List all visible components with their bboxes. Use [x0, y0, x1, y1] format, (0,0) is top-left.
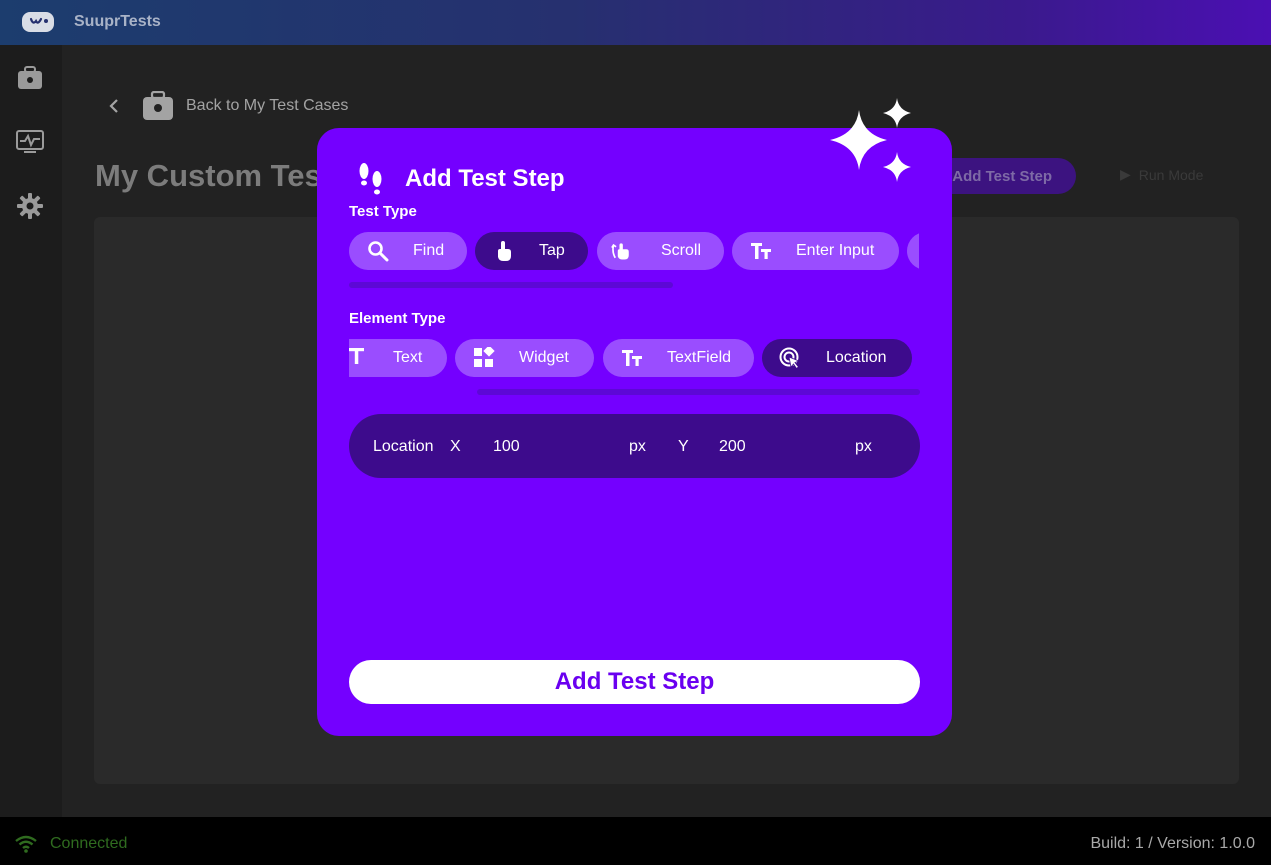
widgets-icon — [474, 347, 495, 367]
x-unit: px — [629, 438, 646, 455]
test-type-chip-enter-input[interactable]: Enter Input — [732, 232, 899, 270]
briefcase-icon — [143, 91, 173, 120]
monitor-activity-icon — [16, 130, 44, 153]
modal-header: Add Test Step — [357, 162, 565, 196]
y-unit: px — [855, 438, 872, 455]
chip-label: Location — [826, 349, 887, 366]
footprints-icon — [359, 163, 382, 195]
sidebar-item-test-cases[interactable] — [15, 63, 45, 93]
text-format-icon — [751, 243, 771, 259]
text-icon — [349, 348, 364, 364]
app-title: SuuprTests — [74, 13, 161, 30]
chip-label: Scroll — [661, 242, 702, 259]
search-icon — [368, 241, 389, 262]
chip-label: Tap — [539, 242, 565, 259]
test-type-label: Test Type — [349, 203, 417, 220]
tap-hand-icon — [498, 241, 511, 261]
modal-title: Add Test Step — [405, 165, 565, 192]
sidebar-item-monitor[interactable] — [15, 127, 45, 157]
chip-label: Enter Input — [796, 242, 875, 259]
chip-label: TextField — [667, 349, 732, 366]
test-type-scrollbar[interactable] — [349, 282, 673, 288]
element-type-chip-text[interactable]: Text — [349, 339, 447, 377]
chip-label: Find — [413, 242, 445, 259]
location-tap-icon — [779, 347, 801, 369]
chip-label: Text — [393, 349, 423, 366]
page-title: My Custom Test — [95, 158, 333, 193]
back-link-label: Back to My Test Cases — [186, 97, 349, 114]
gear-icon — [17, 193, 43, 219]
test-type-chip-tap[interactable]: Tap — [475, 232, 588, 270]
run-mode-button[interactable]: ▶ Run Mode — [1120, 166, 1203, 183]
scroll-gesture-icon — [611, 243, 629, 260]
play-icon: ▶ — [1120, 166, 1131, 182]
build-version: Build: 1 / Version: 1.0.0 — [1090, 835, 1255, 852]
app-logo-icon — [22, 12, 54, 32]
back-link[interactable]: Back to My Test Cases — [108, 90, 348, 122]
sidebar-item-settings[interactable] — [15, 191, 45, 221]
element-type-label: Element Type — [349, 310, 446, 327]
element-type-chip-textfield[interactable]: TextField — [603, 339, 754, 377]
element-type-scrollbar[interactable] — [477, 389, 920, 395]
add-test-step-button[interactable]: Add Test Step — [349, 660, 920, 704]
x-label: X — [450, 438, 461, 455]
x-input[interactable]: 100 — [493, 438, 613, 456]
y-input[interactable]: 200 — [719, 438, 839, 456]
y-label: Y — [678, 438, 689, 455]
run-mode-label: Run Mode — [1138, 166, 1204, 183]
element-type-chip-widget[interactable]: Widget — [455, 339, 594, 377]
test-type-chip-scroll[interactable]: Scroll — [597, 232, 724, 270]
location-label: Location — [373, 438, 434, 455]
test-type-chip-overflow[interactable] — [907, 232, 919, 270]
sidebar — [0, 45, 62, 817]
text-format-icon — [622, 350, 642, 366]
wifi-icon — [15, 835, 37, 853]
chip-label: Widget — [519, 349, 569, 366]
connection-status: Connected — [50, 835, 128, 852]
sparkles-icon — [830, 98, 911, 182]
test-type-chip-find[interactable]: Find — [349, 232, 467, 270]
briefcase-icon — [18, 66, 42, 89]
top-bar: SuuprTests — [0, 0, 1271, 45]
status-bar — [0, 817, 1271, 865]
element-type-chip-location[interactable]: Location — [762, 339, 912, 377]
chevron-left-icon — [109, 99, 118, 113]
